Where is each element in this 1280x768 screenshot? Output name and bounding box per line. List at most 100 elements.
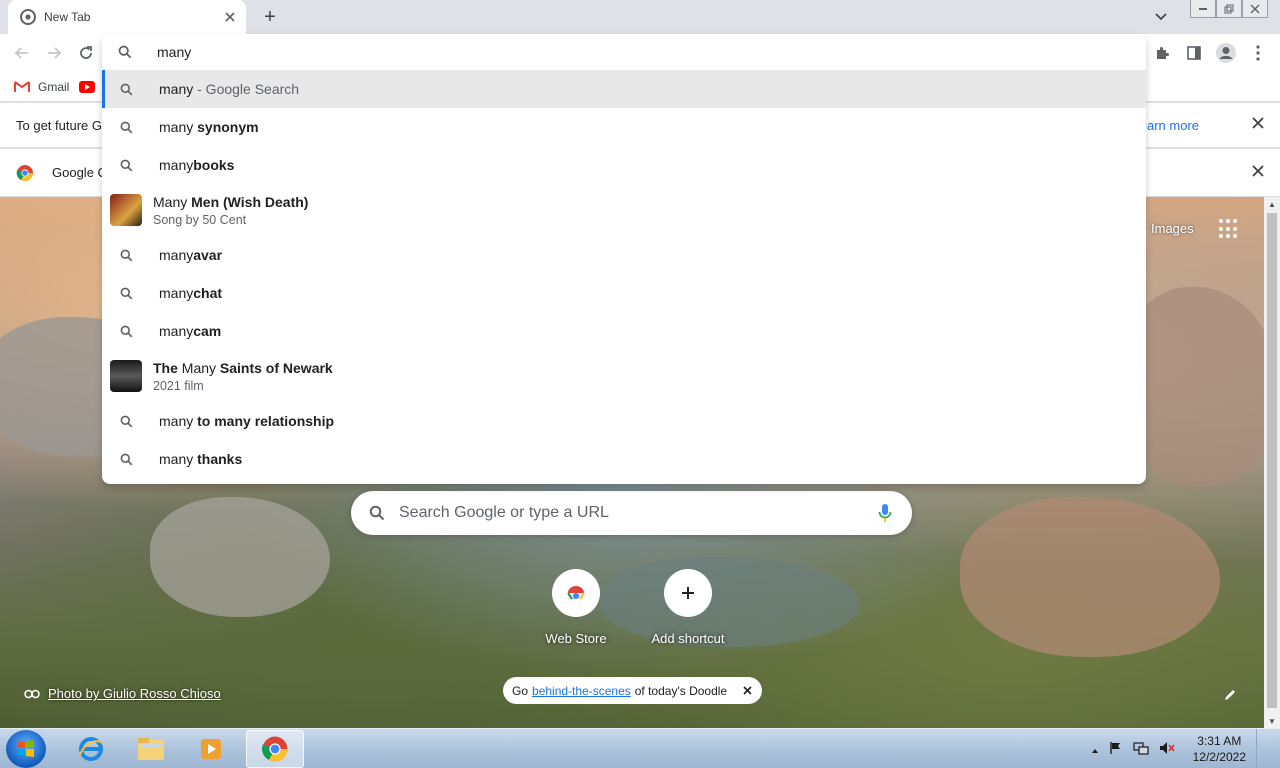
start-button[interactable] xyxy=(6,730,46,768)
tab-title: New Tab xyxy=(44,10,91,24)
internet-explorer-icon xyxy=(79,737,103,761)
suggestion-text: manychat xyxy=(159,285,222,301)
doodle-link[interactable]: behind-the-scenes xyxy=(532,684,631,698)
suggestion-bold: chat xyxy=(193,285,223,301)
omnibox-dropdown: many many - Google Search many synonym m… xyxy=(102,34,1146,484)
search-icon xyxy=(369,505,385,521)
link-icon xyxy=(24,689,40,698)
movie-poster-thumbnail xyxy=(110,360,142,392)
suggestion-bold: synonym xyxy=(197,119,259,135)
page-scrollbar[interactable]: ▲ ▼ xyxy=(1264,197,1280,728)
doodle-pre: Go xyxy=(512,683,529,698)
new-tab-button[interactable]: + xyxy=(258,6,282,28)
search-icon xyxy=(118,323,134,339)
system-tray: 3:31 AM 12/2/2022 xyxy=(1091,729,1280,768)
suggestion-row[interactable]: manyavar xyxy=(102,236,1146,274)
suggestion-plain: many xyxy=(159,81,194,97)
suggestion-text: many - Google Search xyxy=(159,81,299,97)
customize-pencil-icon[interactable] xyxy=(1223,688,1237,705)
taskbar-file-explorer[interactable] xyxy=(122,730,180,768)
suggestion-text: manycam xyxy=(159,323,221,339)
suggestion-row[interactable]: many - Google Search xyxy=(102,70,1146,108)
taskbar-clock[interactable]: 3:31 AM 12/2/2022 xyxy=(1193,733,1246,765)
network-icon[interactable] xyxy=(1133,741,1149,758)
volume-muted-icon[interactable] xyxy=(1159,741,1175,758)
scrollbar-thumb[interactable] xyxy=(1267,213,1277,708)
background-rock xyxy=(960,497,1220,657)
suggestion-bold: cam xyxy=(193,323,222,339)
search-icon xyxy=(118,157,134,173)
restore-button[interactable] xyxy=(1216,0,1242,18)
windows-logo-icon xyxy=(18,740,34,757)
scroll-up-icon[interactable]: ▲ xyxy=(1264,197,1280,211)
suggestion-sub: - Google Search xyxy=(193,81,300,97)
suggestion-row[interactable]: many synonym xyxy=(102,108,1146,146)
suggestion-bold: avar xyxy=(193,247,223,263)
suggestion-description: Song by 50 Cent xyxy=(153,212,247,227)
infobar-text: To get future G xyxy=(16,117,102,133)
microphone-icon[interactable] xyxy=(878,503,892,523)
suggestion-row[interactable]: Many Men (Wish Death) Song by 50 Cent xyxy=(102,184,1146,236)
search-icon xyxy=(118,451,134,467)
suggestion-text: many synonym xyxy=(159,119,259,135)
doodle-share-pill: Go behind-the-scenes of today's Doodle xyxy=(503,677,763,704)
clock-time: 3:31 AM xyxy=(1197,734,1242,748)
taskbar-internet-explorer[interactable] xyxy=(62,730,120,768)
back-arrow-icon[interactable] xyxy=(10,41,34,65)
suggestion-row[interactable]: manybooks xyxy=(102,146,1146,184)
clock-date: 12/2/2022 xyxy=(1192,750,1246,764)
search-icon xyxy=(118,45,132,59)
taskbar-chrome[interactable] xyxy=(246,730,304,768)
tray-expand-icon[interactable] xyxy=(1091,742,1099,757)
forward-arrow-icon[interactable] xyxy=(42,41,66,65)
suggestion-plain: many xyxy=(159,247,194,263)
suggestion-row[interactable]: manycam xyxy=(102,312,1146,350)
bookmark-gmail[interactable]: Gmail xyxy=(14,80,69,94)
shortcut-label: Add shortcut xyxy=(651,631,725,646)
infobar-text: Google C xyxy=(52,165,107,180)
tab-new-tab[interactable]: New Tab xyxy=(8,0,246,34)
suggestion-bold: thanks xyxy=(197,451,243,467)
photo-credit-label[interactable]: Photo by Giulio Rosso Chioso xyxy=(48,686,221,701)
taskbar-media-player[interactable] xyxy=(182,730,240,768)
doodle-close-icon[interactable] xyxy=(743,683,752,698)
chrome-icon xyxy=(262,736,288,762)
profile-avatar-icon[interactable] xyxy=(1214,41,1238,65)
omnibox-input[interactable]: many xyxy=(102,34,1146,70)
side-panel-icon[interactable] xyxy=(1182,41,1206,65)
close-window-button[interactable] xyxy=(1242,0,1268,18)
minimize-button[interactable] xyxy=(1190,0,1216,18)
web-store-icon xyxy=(552,569,600,617)
bookmark-label: Gmail xyxy=(38,79,70,94)
menu-dots-icon[interactable] xyxy=(1246,41,1270,65)
google-apps-grid-icon[interactable] xyxy=(1219,219,1239,239)
folder-icon xyxy=(138,738,164,760)
extensions-puzzle-icon[interactable] xyxy=(1150,41,1174,65)
suggestion-row[interactable]: The Many Saints of Newark 2021 film xyxy=(102,350,1146,402)
suggestion-text: many to many relationship xyxy=(159,413,334,429)
suggestion-row[interactable]: manychat xyxy=(102,274,1146,312)
search-icon xyxy=(118,247,134,263)
ntp-search-box[interactable]: Search Google or type a URL xyxy=(351,491,912,535)
shortcut-web-store[interactable]: Web Store xyxy=(520,569,632,646)
show-desktop-button[interactable] xyxy=(1256,729,1268,768)
suggestion-text: manybooks xyxy=(159,157,234,173)
tab-close-icon[interactable] xyxy=(220,7,240,27)
tab-search-chevron-icon[interactable] xyxy=(1151,8,1171,26)
suggestion-row[interactable]: many thanks xyxy=(102,440,1146,478)
shortcut-add[interactable]: Add shortcut xyxy=(632,569,744,646)
suggestion-row[interactable]: many to many relationship xyxy=(102,402,1146,440)
infobar-close-icon[interactable] xyxy=(1252,164,1264,182)
suggestion-bold: Saints of Newark xyxy=(219,359,333,376)
suggestion-text: manyavar xyxy=(159,247,222,263)
search-placeholder: Search Google or type a URL xyxy=(399,504,609,521)
images-link[interactable]: Images xyxy=(1151,221,1194,236)
action-center-flag-icon[interactable] xyxy=(1109,741,1123,758)
photo-credit[interactable]: Photo by Giulio Rosso Chioso xyxy=(24,686,221,701)
suggestion-plain: many xyxy=(159,285,194,301)
reload-icon[interactable] xyxy=(74,41,98,65)
infobar-close-icon[interactable] xyxy=(1252,116,1264,134)
bookmark-youtube[interactable] xyxy=(79,80,96,93)
suggestion-plain: Many xyxy=(153,193,192,210)
scroll-down-icon[interactable]: ▼ xyxy=(1264,714,1280,728)
